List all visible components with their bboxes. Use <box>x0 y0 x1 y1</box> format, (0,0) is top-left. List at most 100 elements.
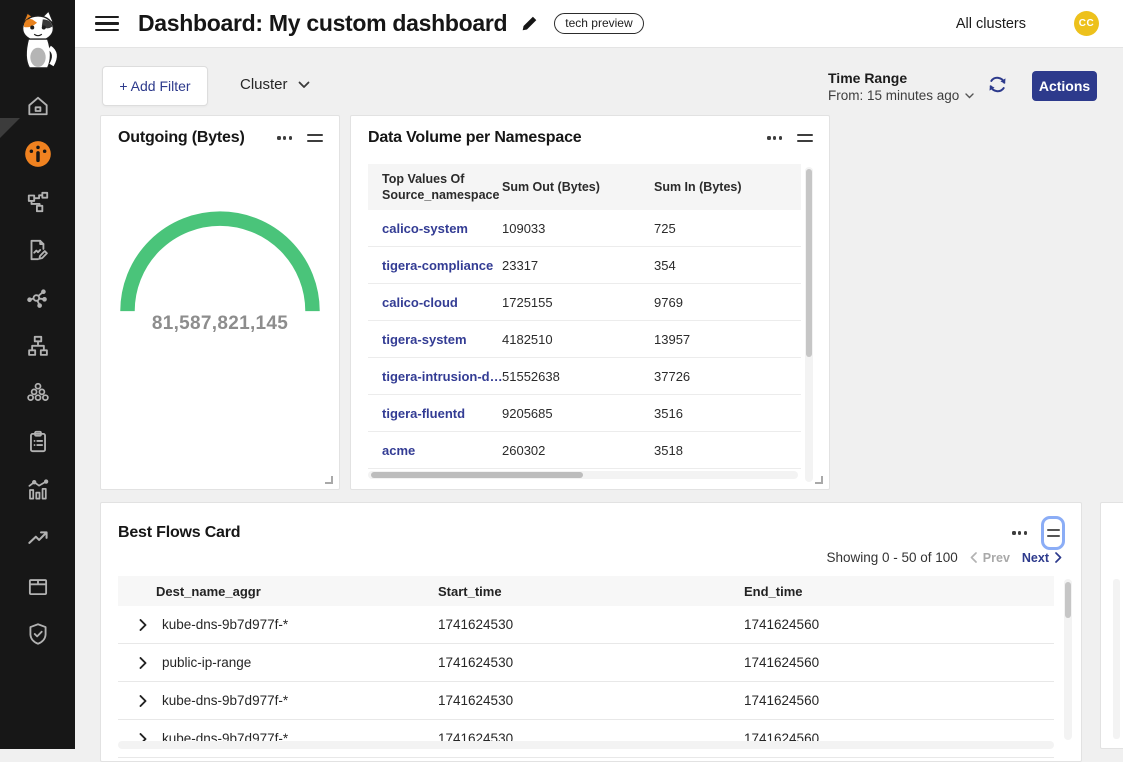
sidebar-item-service-graph[interactable] <box>0 274 75 322</box>
partial-card-right <box>1100 502 1123 749</box>
table-row[interactable]: public-ip-range 1741624530 1741624560 <box>118 644 1054 682</box>
horizontal-scrollbar[interactable] <box>368 471 798 479</box>
tech-preview-badge: tech preview <box>554 13 643 34</box>
next-page-button[interactable]: Next <box>1022 551 1062 565</box>
table-row: calico-system 109033 725 <box>368 210 801 247</box>
cluster-scope-selector[interactable]: All clusters <box>956 16 1026 32</box>
report-edit-icon <box>25 237 51 263</box>
start-time: 1741624530 <box>438 655 744 670</box>
sidebar-item-clusters[interactable] <box>0 370 75 418</box>
gauge-arc <box>114 202 326 320</box>
namespace-link[interactable]: tigera-compliance <box>368 258 502 273</box>
calico-cat-logo[interactable] <box>0 0 75 80</box>
namespace-link[interactable]: acme <box>368 443 502 458</box>
table-header-row: Top Values Of Source_namespace Sum Out (… <box>368 164 801 210</box>
sum-out-value: 9205685 <box>502 406 654 421</box>
cluster-nodes-icon <box>25 381 51 407</box>
table-row: calico-cloud 1725155 9769 <box>368 284 801 321</box>
table-row: acme 260302 3518 <box>368 432 801 469</box>
sum-out-value: 4182510 <box>502 332 654 347</box>
shield-check-icon <box>25 621 51 647</box>
start-time: 1741624530 <box>438 693 744 708</box>
drag-handle-icon[interactable] <box>307 131 323 145</box>
sidebar-item-reports[interactable] <box>0 226 75 274</box>
table-row[interactable]: kube-dns-9b7d977f-* 1741624530 174162456… <box>118 682 1054 720</box>
trend-icon <box>25 525 51 551</box>
vertical-scrollbar[interactable] <box>805 167 813 482</box>
sidebar-nav <box>0 82 75 658</box>
refresh-button[interactable] <box>987 74 1008 98</box>
end-time: 1741624560 <box>744 693 1054 708</box>
pagination: Showing 0 - 50 of 100 Prev Next <box>826 550 1062 565</box>
time-range-selector[interactable]: From: 15 minutes ago <box>828 88 974 103</box>
card-title: Best Flows Card <box>118 524 1010 542</box>
column-header[interactable]: Top Values Of Source_namespace <box>368 171 496 204</box>
sum-in-value: 725 <box>654 221 801 236</box>
add-filter-button[interactable]: + Add Filter <box>102 66 208 106</box>
edit-pencil-icon[interactable] <box>521 15 538 32</box>
sum-in-value: 9769 <box>654 295 801 310</box>
service-graph-icon <box>25 285 51 311</box>
horizontal-scrollbar[interactable] <box>118 741 1054 749</box>
sum-out-value: 260302 <box>502 443 654 458</box>
prev-label: Prev <box>983 551 1010 565</box>
namespace-link[interactable]: calico-system <box>368 221 502 236</box>
expand-chevron-icon[interactable] <box>139 657 147 669</box>
column-header[interactable]: Sum In (Bytes) <box>654 179 801 195</box>
sum-in-value: 37726 <box>654 369 801 384</box>
data-volume-card: Data Volume per Namespace Top Values Of … <box>350 115 830 490</box>
sidebar-item-home[interactable] <box>0 82 75 130</box>
scrollbar-thumb[interactable] <box>806 169 812 357</box>
prev-page-button[interactable]: Prev <box>970 551 1010 565</box>
avatar[interactable]: CC <box>1074 11 1099 36</box>
resize-corner-icon[interactable] <box>325 476 333 484</box>
ellipsis-menu-icon[interactable] <box>1010 527 1029 538</box>
drag-handle-icon[interactable] <box>797 131 813 145</box>
scrollbar-thumb[interactable] <box>1065 582 1071 618</box>
sidebar-item-statistics[interactable] <box>0 466 75 514</box>
actions-button[interactable]: Actions <box>1032 71 1097 101</box>
flows-table: Dest_name_aggr Start_time End_time kube-… <box>118 576 1054 758</box>
cluster-dropdown[interactable]: Cluster <box>240 76 310 93</box>
vertical-scrollbar[interactable] <box>1064 579 1072 740</box>
namespace-link[interactable]: tigera-fluentd <box>368 406 502 421</box>
dest-name: public-ip-range <box>162 655 251 670</box>
scrollbar-thumb[interactable] <box>371 472 583 478</box>
column-header[interactable]: Sum Out (Bytes) <box>502 179 654 195</box>
ellipsis-menu-icon[interactable] <box>275 132 294 143</box>
sidebar-item-security[interactable] <box>0 610 75 658</box>
ellipsis-menu-icon[interactable] <box>765 132 784 143</box>
column-header[interactable]: Start_time <box>438 584 744 599</box>
namespace-link[interactable]: tigera-system <box>368 332 502 347</box>
sidebar-item-checklist[interactable] <box>0 418 75 466</box>
vertical-scrollbar[interactable] <box>1113 579 1120 739</box>
namespace-link[interactable]: calico-cloud <box>368 295 502 310</box>
network-topology-icon <box>25 189 51 215</box>
expand-chevron-icon[interactable] <box>139 619 147 631</box>
table-row[interactable]: kube-dns-9b7d977f-* 1741624530 174162456… <box>118 606 1054 644</box>
top-right-group: All clusters CC <box>956 11 1099 36</box>
table-row[interactable]: kube-dns-9b7d977f-* 1741624530 174162456… <box>118 720 1054 758</box>
dest-name: kube-dns-9b7d977f-* <box>162 617 288 632</box>
page-title: Dashboard: My custom dashboard <box>138 10 507 37</box>
column-header[interactable]: Dest_name_aggr <box>118 584 438 599</box>
menu-icon[interactable] <box>95 14 119 34</box>
sum-in-value: 13957 <box>654 332 801 347</box>
namespace-link[interactable]: tigera-intrusion-d… <box>368 369 502 384</box>
resize-corner-icon[interactable] <box>815 476 823 484</box>
sidebar-item-packages[interactable] <box>0 562 75 610</box>
end-time: 1741624560 <box>744 655 1054 670</box>
package-icon <box>25 573 51 599</box>
drag-handle-icon-focused[interactable] <box>1041 516 1065 550</box>
sum-out-value: 23317 <box>502 258 654 273</box>
sidebar-item-flow-hierarchy[interactable] <box>0 322 75 370</box>
column-header[interactable]: End_time <box>744 584 1054 599</box>
table-header-row: Dest_name_aggr Start_time End_time <box>118 576 1054 606</box>
sidebar-item-dashboard-active[interactable] <box>0 130 75 178</box>
sidebar-item-network-topology[interactable] <box>0 178 75 226</box>
expand-chevron-icon[interactable] <box>139 695 147 707</box>
card-title: Data Volume per Namespace <box>368 129 765 147</box>
time-range-title: Time Range <box>828 70 974 86</box>
sidebar-item-trends[interactable] <box>0 514 75 562</box>
sum-in-value: 3516 <box>654 406 801 421</box>
